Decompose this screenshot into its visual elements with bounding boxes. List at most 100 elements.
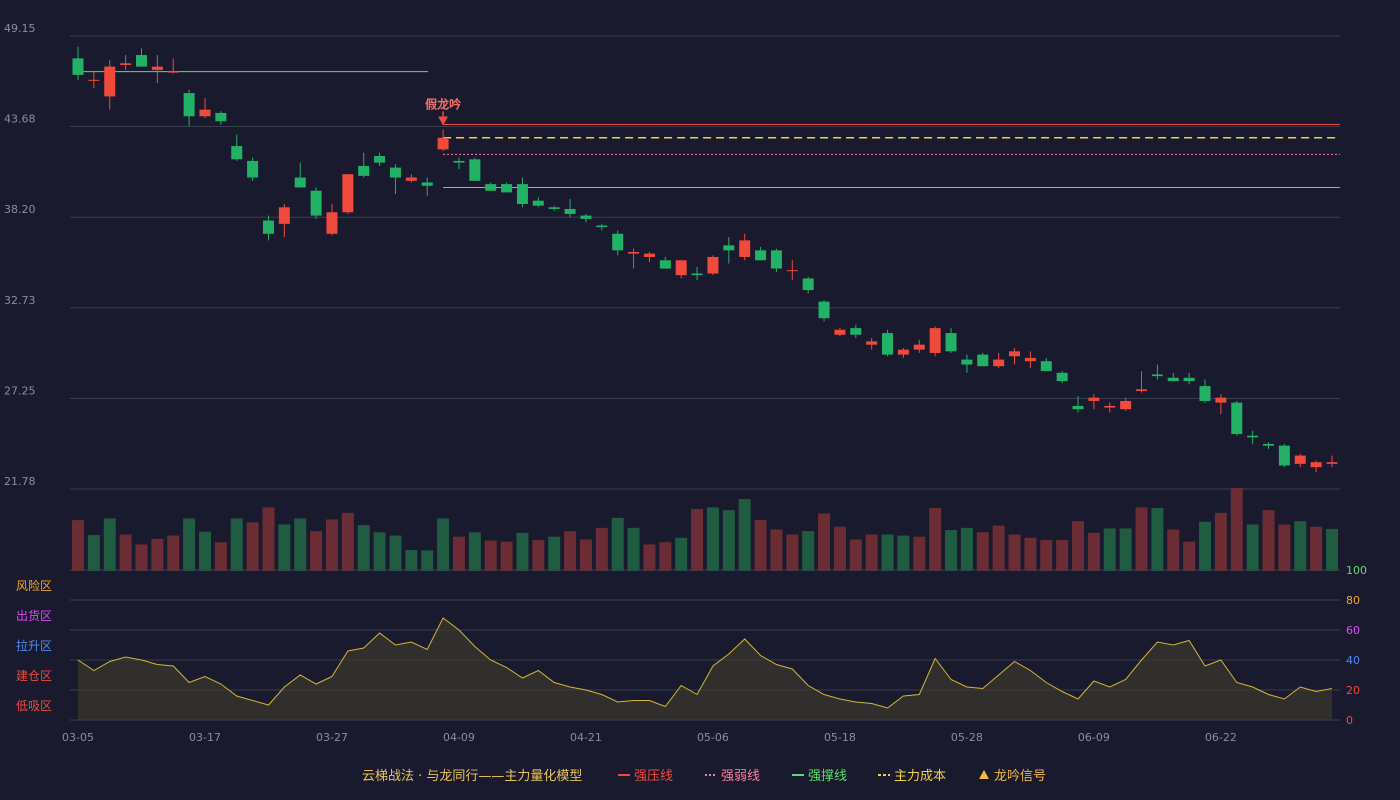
candle-body: [945, 333, 957, 352]
volume-bar: [611, 517, 624, 571]
price-axis-label: 49.15: [4, 22, 36, 35]
candle-body: [755, 250, 767, 261]
volume-bar: [818, 513, 831, 571]
candle-body: [485, 184, 497, 191]
volume-bar: [500, 541, 513, 571]
legend-item-label: 强撑线: [808, 769, 847, 784]
candle-body: [1310, 462, 1322, 468]
volume-bar: [1167, 529, 1180, 571]
volume-bar: [325, 519, 338, 571]
volume-bar: [627, 527, 640, 571]
volume-bar: [421, 550, 434, 571]
x-axis-label: 06-09: [1078, 731, 1110, 744]
volume-bar: [183, 518, 196, 571]
candle-body: [628, 251, 640, 254]
candle-body: [1326, 462, 1338, 464]
candle-body: [167, 71, 179, 73]
volume-bar: [151, 538, 164, 571]
volume-bar: [1151, 507, 1164, 571]
x-axis-label: 04-09: [443, 731, 475, 744]
candle-body: [374, 155, 386, 163]
osc-zone-label: 拉升区: [16, 638, 52, 653]
volume-bar: [738, 499, 751, 571]
volume-bar: [230, 518, 243, 571]
candle-body: [929, 328, 941, 353]
candle-body: [1183, 377, 1195, 382]
candle-body: [1024, 357, 1036, 362]
candle-body: [723, 245, 735, 251]
candle-body: [1231, 402, 1243, 435]
osc-zone-label: 低吸区: [16, 699, 52, 713]
candle-body: [501, 184, 513, 193]
volume-bar: [1262, 510, 1275, 571]
volume-bar: [516, 532, 529, 571]
x-axis-label: 05-28: [951, 731, 983, 744]
volume-bar: [1278, 524, 1291, 571]
candle-body: [1072, 405, 1084, 410]
candle-body: [770, 250, 782, 269]
volume-bar: [468, 532, 481, 571]
volume-bar: [1214, 512, 1227, 571]
candle-body: [1294, 455, 1306, 464]
volume-bar: [341, 512, 354, 571]
osc-axis-label: 40: [1346, 654, 1360, 667]
candle-body: [247, 160, 259, 178]
signal-label: 假龙吟: [425, 97, 461, 112]
volume-bar: [1135, 507, 1148, 571]
osc-zone-label: 风险区: [16, 578, 52, 593]
candle-body: [850, 328, 862, 335]
candle-body: [278, 207, 290, 224]
legend-item-label: 强压线: [634, 769, 673, 784]
candle-body: [1136, 389, 1148, 392]
volume-bar: [960, 527, 973, 571]
volume-bar: [1294, 521, 1307, 571]
x-axis-label: 04-21: [570, 731, 602, 744]
volume-bar: [976, 532, 989, 571]
candle-body: [88, 79, 100, 81]
candle-body: [262, 220, 274, 234]
candle-body: [1056, 372, 1068, 382]
price-axis-label: 27.25: [4, 384, 36, 397]
candle-body: [1040, 361, 1052, 372]
candle-body: [659, 260, 671, 269]
candle-body: [580, 215, 592, 219]
volume-bar: [865, 534, 878, 571]
candle-body: [913, 344, 925, 350]
candle-body: [532, 200, 544, 206]
volume-bar: [1103, 528, 1116, 571]
price-axis-label: 21.78: [4, 475, 36, 488]
volume-bar: [1008, 534, 1021, 571]
osc-zone-label: 出货区: [16, 608, 52, 623]
candle-body: [675, 260, 687, 276]
volume-bar: [706, 507, 719, 571]
candle-body: [437, 137, 449, 150]
volume-bar: [754, 520, 767, 571]
candle-body: [1199, 386, 1211, 401]
volume-bar: [595, 527, 608, 571]
volume-bar: [929, 507, 942, 571]
volume-bar: [246, 522, 259, 571]
candle-body: [707, 256, 719, 274]
price-axis-label: 32.73: [4, 294, 36, 307]
osc-axis-label: 80: [1346, 594, 1360, 607]
volume-bar: [548, 536, 561, 571]
volume-bar: [87, 535, 100, 571]
candle-body: [834, 329, 846, 335]
candle-body: [389, 167, 401, 178]
candle-body: [421, 182, 433, 186]
candle-body: [786, 270, 798, 272]
volume-bar: [1040, 540, 1053, 571]
volume-bar: [786, 534, 799, 571]
volume-bar: [802, 531, 815, 571]
candle-body: [516, 184, 528, 204]
candle-body: [1215, 397, 1227, 403]
osc-axis-label: 60: [1346, 624, 1360, 637]
x-axis-label: 03-17: [189, 731, 221, 744]
volume-bar: [532, 540, 545, 571]
candle-body: [1278, 445, 1290, 466]
candle-body: [215, 112, 227, 122]
volume-bar: [1072, 521, 1085, 571]
volume-bar: [167, 535, 180, 571]
candle-body: [866, 341, 878, 345]
osc-axis-label: 0: [1346, 714, 1353, 727]
